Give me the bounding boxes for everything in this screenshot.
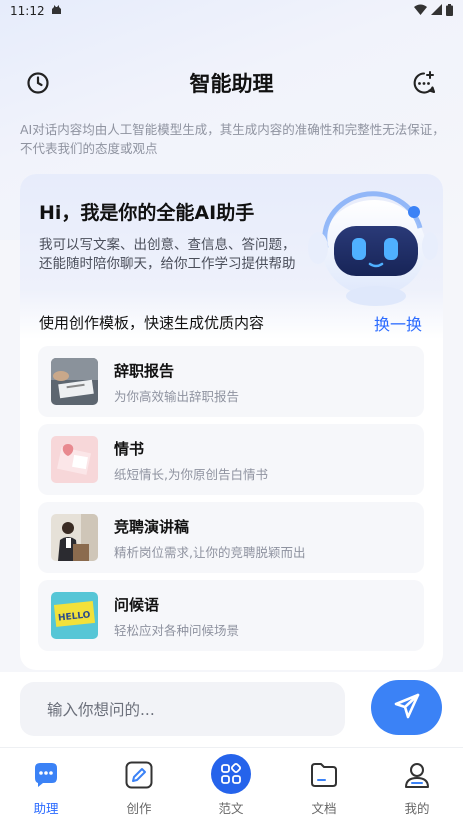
- resignation-image: [51, 358, 98, 405]
- template-desc: 为你高效输出辞职报告: [114, 389, 240, 404]
- template-title: 辞职报告: [114, 362, 175, 380]
- tab-label: 我的: [404, 801, 430, 816]
- template-desc: 纸短情长,为你原创告白情书: [114, 467, 268, 482]
- template-item-resignation[interactable]: 辞职报告 为你高效输出辞职报告: [38, 346, 424, 417]
- send-button[interactable]: [371, 680, 442, 735]
- grid-icon: [211, 754, 251, 794]
- notification-icon: [51, 4, 62, 18]
- tab-documents[interactable]: 文档: [278, 748, 370, 823]
- template-desc: 精析岗位需求,让你的竞聘脱颖而出: [114, 545, 306, 560]
- hello-image: HELLO: [51, 592, 98, 639]
- question-input[interactable]: 输入你想问的...: [20, 682, 345, 736]
- ai-disclaimer: AI对话内容均由人工智能模型生成，其生成内容的准确性和完整性无法保证，不代表我们…: [20, 122, 445, 156]
- tab-label: 范文: [218, 801, 244, 816]
- signal-icon: [431, 4, 442, 18]
- tab-assistant[interactable]: 助理: [0, 748, 92, 823]
- tab-templates[interactable]: 范文: [185, 748, 277, 823]
- input-bar: 输入你想问的...: [0, 672, 463, 747]
- tab-create[interactable]: 创作: [93, 748, 185, 823]
- assistant-intro: 我可以写文案、出创意、查信息、答问题，还能随时陪你聊天，给你工作学习提供帮助: [39, 237, 296, 272]
- pen-icon: [124, 760, 154, 790]
- tab-label: 创作: [126, 801, 152, 816]
- tab-profile[interactable]: 我的: [371, 748, 463, 823]
- page-title: 智能助理: [189, 72, 274, 96]
- template-title: 情书: [114, 440, 145, 458]
- assistant-card: Hi，我是你的全能AI助手 我可以写文案、出创意、查信息、答问题，还能随时陪你聊…: [20, 174, 443, 670]
- greeting-title: Hi，我是你的全能AI助手: [39, 202, 255, 224]
- new-chat-icon[interactable]: [411, 70, 437, 96]
- refresh-templates-link[interactable]: 换一换: [374, 311, 422, 335]
- template-title: 问候语: [114, 596, 160, 614]
- template-title: 竞聘演讲稿: [114, 518, 190, 536]
- template-item-greeting[interactable]: HELLO 问候语 轻松应对各种问候场景: [38, 580, 424, 651]
- tab-label: 助理: [33, 801, 59, 816]
- robot-mascot-icon: [300, 188, 440, 308]
- chat-icon: [31, 760, 61, 790]
- speech-image: [51, 514, 98, 561]
- love-letter-image: [51, 436, 98, 483]
- bottom-tab-bar: 助理 创作 范文 文档 我的: [0, 747, 463, 823]
- templates-title: 使用创作模板，快速生成优质内容: [39, 314, 265, 332]
- tab-label: 文档: [311, 801, 337, 816]
- input-placeholder: 输入你想问的...: [47, 701, 155, 719]
- wifi-icon: [414, 4, 427, 18]
- status-time: 11:12: [10, 4, 45, 18]
- folder-icon: [309, 760, 339, 790]
- template-item-speech[interactable]: 竞聘演讲稿 精析岗位需求,让你的竞聘脱颖而出: [38, 502, 424, 573]
- template-desc: 轻松应对各种问候场景: [114, 623, 240, 638]
- header: 智能助理: [0, 58, 463, 106]
- template-item-love-letter[interactable]: 情书 纸短情长,为你原创告白情书: [38, 424, 424, 495]
- status-bar: 11:12: [0, 0, 463, 22]
- user-icon: [402, 760, 432, 790]
- battery-icon: [446, 3, 453, 19]
- send-icon: [393, 692, 421, 724]
